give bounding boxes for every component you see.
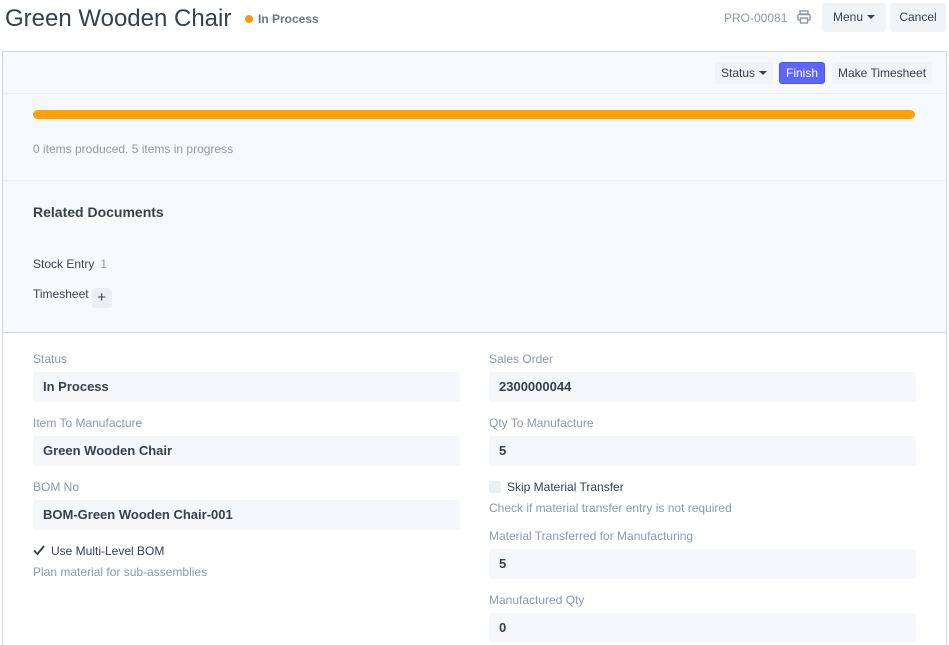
qty-field-label: Qty To Manufacture — [489, 416, 594, 430]
status-field: In Process — [33, 372, 460, 402]
page-header: Green Wooden Chair In Process PRO-00081 … — [0, 0, 949, 51]
menu-button-label: Menu — [832, 10, 864, 24]
progress-in-progress — [33, 110, 915, 119]
status-indicator-label: In Process — [258, 12, 319, 26]
chevron-down-icon — [867, 15, 876, 19]
status-dropdown-label: Status — [721, 66, 756, 80]
related-item-label[interactable]: Timesheet — [33, 287, 89, 301]
cancel-button[interactable]: Cancel — [890, 3, 946, 32]
related-item-count: 1 — [100, 257, 108, 271]
use-multi-level-bom-checkbox[interactable]: Use Multi-Level BOM — [33, 544, 164, 558]
page-title: Green Wooden Chair — [5, 5, 232, 32]
form-fields: Status In Process Item To Manufacture Gr… — [3, 333, 946, 645]
bom-no-field[interactable]: BOM-Green Wooden Chair-001 — [33, 500, 460, 530]
sales-order-label: Sales Order — [489, 352, 554, 366]
status-field-label: Status — [33, 352, 68, 366]
bom-field-label: BOM No — [33, 480, 80, 494]
status-dot — [245, 15, 253, 23]
document-name: PRO-00081 — [724, 11, 788, 25]
production-progress-bar — [33, 110, 915, 119]
form-layout: Status Finish Make Timesheet 0 items pro… — [2, 51, 947, 645]
status-dropdown-button[interactable]: Status — [715, 62, 774, 84]
related-timesheet[interactable]: Timesheet + — [33, 287, 112, 308]
manufactured-qty-label: Manufactured Qty — [489, 593, 585, 607]
related-documents-title: Related Documents — [33, 204, 164, 220]
finish-button[interactable]: Finish — [779, 62, 826, 84]
status-indicator: In Process — [245, 12, 319, 26]
manufactured-qty-field: 0 — [489, 613, 916, 643]
form-toolbar: Status Finish Make Timesheet — [3, 52, 946, 94]
checkmark-icon — [33, 545, 45, 556]
skip-material-transfer-checkbox[interactable]: Skip Material Transfer — [489, 480, 624, 494]
material-transferred-field: 5 — [489, 549, 916, 579]
chevron-down-icon — [759, 71, 768, 75]
checkbox-box[interactable] — [489, 481, 501, 493]
sales-order-field[interactable]: 2300000044 — [489, 372, 916, 402]
item-to-manufacture-field[interactable]: Green Wooden Chair — [33, 436, 460, 466]
item-field-label: Item To Manufacture — [33, 416, 143, 430]
skip-transfer-description: Check if material transfer entry is not … — [489, 501, 732, 515]
related-stock-entry[interactable]: Stock Entry 1 — [33, 257, 107, 271]
checkbox-label: Skip Material Transfer — [507, 480, 624, 494]
make-timesheet-button[interactable]: Make Timesheet — [832, 62, 933, 84]
checkbox-label: Use Multi-Level BOM — [51, 544, 165, 558]
progress-summary: 0 items produced. 5 items in progress — [33, 142, 234, 156]
printer-icon[interactable] — [797, 10, 811, 24]
qty-to-manufacture-field[interactable]: 5 — [489, 436, 916, 466]
related-item-label[interactable]: Stock Entry — [33, 257, 94, 271]
multi-level-bom-description: Plan material for sub-assemblies — [33, 565, 208, 579]
progress-section: 0 items produced. 5 items in progress — [3, 94, 946, 181]
related-documents-section: Related Documents Stock Entry 1 Timesheet… — [3, 181, 946, 333]
menu-button[interactable]: Menu — [822, 3, 886, 32]
material-transferred-label: Material Transferred for Manufacturing — [489, 529, 694, 543]
add-timesheet-button[interactable]: + — [91, 288, 112, 308]
